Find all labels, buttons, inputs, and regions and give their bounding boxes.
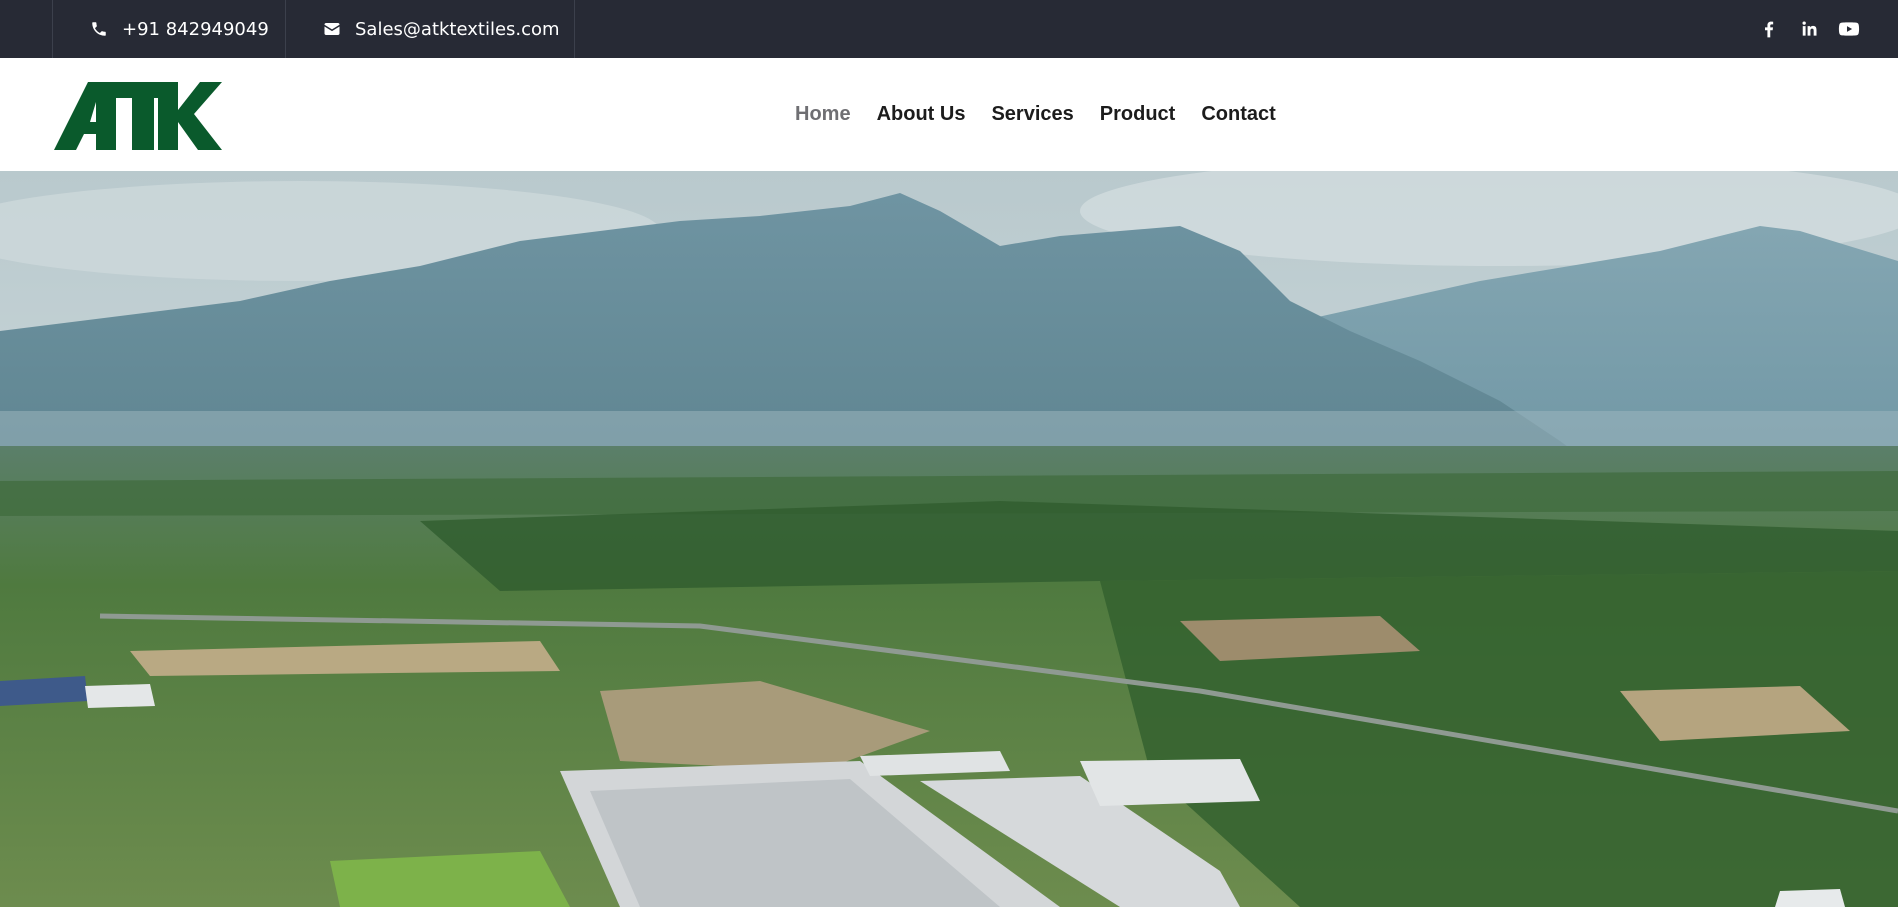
hero-aerial-image <box>0 171 1898 907</box>
nav-home[interactable]: Home <box>795 103 851 126</box>
phone-contact[interactable]: +91 842949049 <box>90 0 269 58</box>
envelope-icon <box>323 20 341 38</box>
nav-services[interactable]: Services <box>991 103 1073 126</box>
linkedin-icon[interactable] <box>1798 18 1820 40</box>
divider <box>574 0 575 58</box>
phone-number[interactable]: +91 842949049 <box>122 19 269 40</box>
nav-contact[interactable]: Contact <box>1201 103 1275 126</box>
nav-product[interactable]: Product <box>1100 103 1176 126</box>
social-links <box>1740 0 1860 58</box>
hero-landscape-illustration <box>0 171 1898 907</box>
atk-logo[interactable] <box>54 80 222 152</box>
facebook-icon[interactable] <box>1758 18 1780 40</box>
logo-image <box>54 80 222 152</box>
nav-about-us[interactable]: About Us <box>877 103 966 126</box>
site-header: Home About Us Services Product Contact <box>0 58 1898 171</box>
email-address[interactable]: Sales@atktextiles.com <box>355 19 560 40</box>
top-contact-bar: +91 842949049 Sales@atktextiles.com <box>0 0 1898 58</box>
youtube-icon[interactable] <box>1838 18 1860 40</box>
divider <box>52 0 53 58</box>
phone-icon <box>90 20 108 38</box>
main-navigation: Home About Us Services Product Contact <box>795 94 1302 134</box>
divider <box>285 0 286 58</box>
email-contact[interactable]: Sales@atktextiles.com <box>323 0 560 58</box>
